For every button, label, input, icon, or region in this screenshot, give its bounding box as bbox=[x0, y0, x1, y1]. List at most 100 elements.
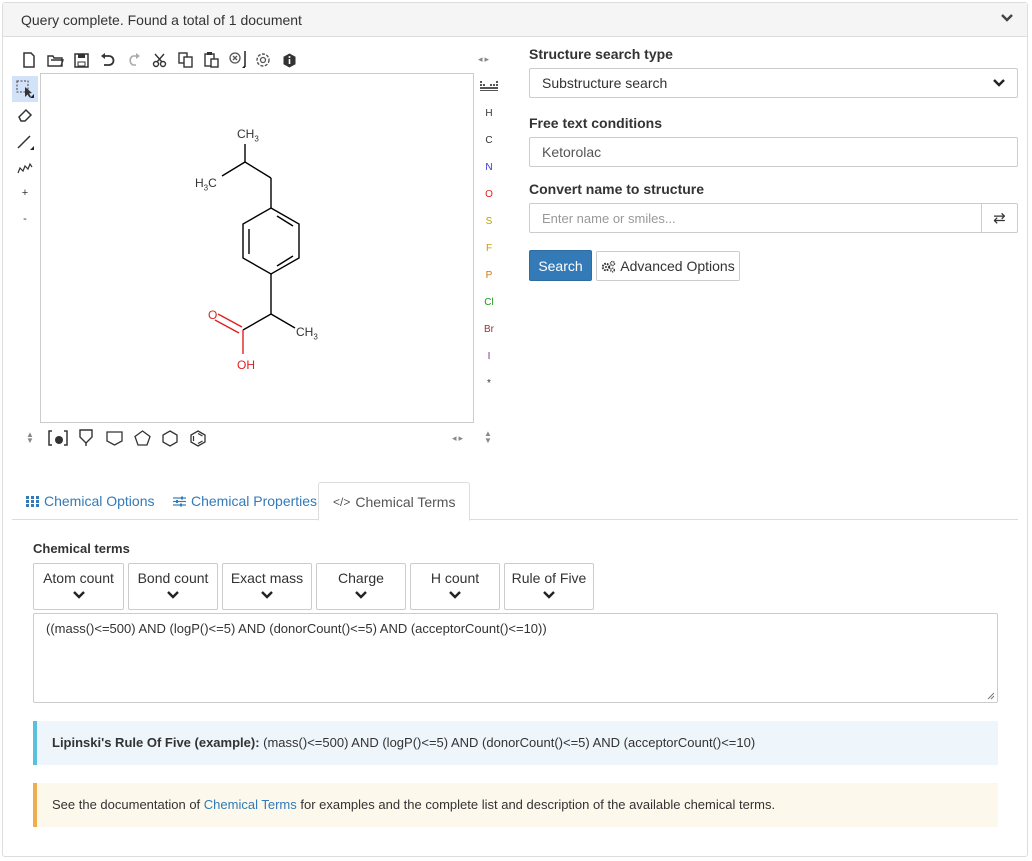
tab-chemical-terms[interactable]: </> Chemical Terms bbox=[318, 482, 471, 521]
open-folder-icon[interactable] bbox=[42, 50, 68, 70]
select-tool-icon[interactable] bbox=[12, 76, 38, 102]
left-toolbar: + - bbox=[12, 76, 40, 232]
pentagon-icon[interactable] bbox=[128, 428, 156, 448]
documentation-alert: See the documentation of Chemical Terms … bbox=[33, 783, 998, 827]
term-button-label: Exact mass bbox=[230, 570, 304, 586]
status-header[interactable]: Query complete. Found a total of 1 docum… bbox=[3, 3, 1027, 37]
term-button-label: H count bbox=[430, 570, 480, 586]
search-type-value: Substructure search bbox=[542, 75, 668, 91]
search-type-select[interactable]: Substructure search bbox=[529, 68, 1018, 98]
benzene-icon[interactable] bbox=[184, 428, 212, 448]
chevron-down-icon bbox=[72, 591, 85, 599]
chemical-terms-textarea[interactable]: ((mass()<=500) AND (logP()<=5) AND (dono… bbox=[33, 613, 998, 703]
element-button[interactable]: N bbox=[478, 154, 500, 181]
h3c-label: H3C bbox=[195, 176, 217, 193]
code-icon: </> bbox=[333, 494, 351, 509]
element-button[interactable]: Cl bbox=[478, 289, 500, 316]
status-message: Query complete. Found a total of 1 docum… bbox=[21, 12, 302, 28]
chevron-down-icon bbox=[449, 591, 461, 599]
tab-label: Chemical Options bbox=[44, 493, 155, 509]
element-button[interactable]: H bbox=[478, 100, 500, 127]
chevron-down-icon bbox=[167, 591, 179, 599]
paste-icon[interactable] bbox=[198, 50, 224, 70]
chevron-down-icon bbox=[261, 591, 273, 599]
free-text-input[interactable] bbox=[529, 137, 1018, 167]
template-tool-icon[interactable] bbox=[72, 428, 100, 448]
tab-chemical-properties[interactable]: Chemical Properties bbox=[159, 482, 331, 520]
term-dropdown-button[interactable]: Rule of Five bbox=[504, 563, 594, 610]
element-button[interactable]: C bbox=[478, 127, 500, 154]
clear-icon[interactable] bbox=[224, 50, 250, 70]
chain-tool-icon[interactable] bbox=[12, 154, 38, 180]
free-text-label: Free text conditions bbox=[529, 115, 663, 131]
search-button[interactable]: Search bbox=[529, 250, 592, 281]
swap-arrows-icon: ⇄ bbox=[993, 210, 1006, 227]
term-dropdown-button[interactable]: Atom count bbox=[33, 563, 124, 610]
term-dropdown-button[interactable]: H count bbox=[410, 563, 500, 610]
element-button[interactable]: * bbox=[478, 370, 500, 397]
copy-icon[interactable] bbox=[172, 50, 198, 70]
grid-icon bbox=[26, 495, 39, 507]
editor-toolbar bbox=[16, 50, 302, 70]
term-dropdown-button[interactable]: Charge bbox=[316, 563, 406, 610]
element-palette: H C N O S F P Cl Br I * bbox=[478, 78, 500, 397]
element-button[interactable]: S bbox=[478, 208, 500, 235]
move-vertical-icon[interactable]: ▲ ▼ bbox=[16, 428, 44, 448]
periodic-table-icon[interactable] bbox=[478, 78, 500, 100]
expand-horizontal-icon[interactable]: ◂▸ bbox=[478, 54, 491, 65]
charge-plus-button[interactable]: + bbox=[12, 180, 38, 206]
info-label: Lipinski's Rule Of Five (example): bbox=[52, 735, 260, 750]
bracket-tool-icon[interactable] bbox=[44, 428, 72, 448]
expression-text: ((mass()<=500) AND (logP()<=5) AND (dono… bbox=[46, 621, 547, 636]
term-button-label: Rule of Five bbox=[511, 570, 587, 586]
new-document-icon[interactable] bbox=[16, 50, 42, 70]
convert-name-label: Convert name to structure bbox=[529, 181, 705, 197]
chemical-terms-doc-link[interactable]: Chemical Terms bbox=[204, 797, 297, 812]
chevron-down-icon[interactable] bbox=[1001, 13, 1013, 23]
term-button-label: Atom count bbox=[43, 570, 114, 586]
ring-4-icon[interactable] bbox=[100, 428, 128, 448]
name-to-structure-input[interactable] bbox=[529, 203, 982, 233]
o-label: O bbox=[208, 308, 218, 322]
ch3-top-label: CH3 bbox=[237, 127, 259, 144]
structure-canvas[interactable]: CH3 H3C O OH CH3 bbox=[40, 73, 474, 423]
redo-icon[interactable] bbox=[120, 50, 146, 70]
term-dropdown-button[interactable]: Bond count bbox=[128, 563, 218, 610]
doc-suffix: for examples and the complete list and d… bbox=[296, 797, 776, 812]
info-icon[interactable] bbox=[276, 50, 302, 70]
scroll-horizontal-icon[interactable]: ◂▸ bbox=[452, 433, 465, 444]
element-button[interactable]: I bbox=[478, 343, 500, 370]
settings-icon[interactable] bbox=[250, 50, 276, 70]
gears-icon bbox=[602, 260, 616, 272]
element-button[interactable]: Br bbox=[478, 316, 500, 343]
term-button-label: Charge bbox=[338, 570, 384, 586]
doc-prefix: See the documentation of bbox=[52, 797, 204, 812]
ring-toolbar: ▲ ▼ bbox=[16, 428, 212, 448]
undo-icon[interactable] bbox=[94, 50, 120, 70]
hexagon-icon[interactable] bbox=[156, 428, 184, 448]
advanced-options-label: Advanced Options bbox=[620, 258, 735, 274]
ch3-right-label: CH3 bbox=[296, 325, 318, 342]
info-text: (mass()<=500) AND (logP()<=5) AND (donor… bbox=[259, 735, 756, 750]
element-button[interactable]: P bbox=[478, 262, 500, 289]
tab-chemical-options[interactable]: Chemical Options bbox=[12, 482, 169, 520]
eraser-icon[interactable] bbox=[12, 102, 38, 128]
bond-tool-icon[interactable] bbox=[12, 128, 38, 154]
term-button-label: Bond count bbox=[137, 570, 209, 586]
term-dropdown-button[interactable]: Exact mass bbox=[222, 563, 312, 610]
charge-minus-button[interactable]: - bbox=[12, 206, 38, 232]
save-icon[interactable] bbox=[68, 50, 94, 70]
resize-grip-icon[interactable] bbox=[986, 691, 995, 700]
element-button[interactable]: F bbox=[478, 235, 500, 262]
cut-icon[interactable] bbox=[146, 50, 172, 70]
sliders-icon bbox=[173, 496, 186, 506]
advanced-options-button[interactable]: Advanced Options bbox=[596, 251, 740, 281]
chevron-down-icon bbox=[543, 591, 555, 599]
scroll-vertical-icon[interactable]: ▲ ▼ bbox=[482, 430, 494, 445]
chemical-terms-title: Chemical terms bbox=[33, 541, 130, 556]
tab-label: Chemical Terms bbox=[355, 493, 456, 510]
element-button[interactable]: O bbox=[478, 181, 500, 208]
lipinski-info-alert: Lipinski's Rule Of Five (example): (mass… bbox=[33, 721, 998, 765]
convert-button[interactable]: ⇄ bbox=[981, 203, 1018, 233]
chevron-down-icon bbox=[993, 79, 1005, 87]
